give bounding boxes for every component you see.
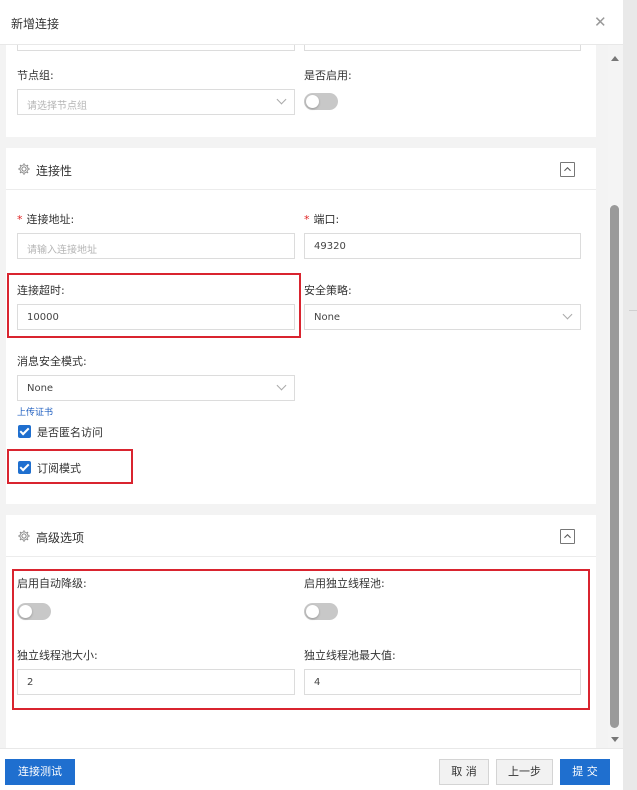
- pool-size-label: 独立线程池大小:: [17, 649, 98, 662]
- message-security-value: None: [27, 383, 54, 394]
- pool-max-value: 4: [314, 677, 321, 688]
- gear-icon: [18, 530, 30, 542]
- toggle-knob: [306, 605, 319, 618]
- address-label: * 连接地址:: [17, 211, 74, 227]
- enabled-label: 是否启用:: [304, 69, 352, 82]
- security-policy-select[interactable]: None: [304, 304, 581, 330]
- independent-pool-toggle[interactable]: [304, 603, 338, 620]
- dialog-title: 新增连接: [11, 17, 60, 31]
- auto-degrade-label: 启用自动降级:: [17, 577, 87, 590]
- pool-size-input[interactable]: 2: [17, 669, 295, 695]
- chevron-down-icon: [276, 380, 287, 391]
- auto-degrade-toggle[interactable]: [17, 603, 51, 620]
- connectivity-title: 连接性: [36, 164, 73, 178]
- port-input[interactable]: 49320: [304, 233, 581, 259]
- security-policy-value: None: [314, 312, 341, 323]
- node-group-select[interactable]: 请选择节点组: [17, 89, 295, 115]
- pool-size-value: 2: [27, 677, 34, 688]
- background-divider: [629, 310, 637, 311]
- prev-field-left[interactable]: [17, 45, 295, 51]
- required-marker: *: [304, 213, 310, 226]
- prev-field-right[interactable]: [304, 45, 581, 51]
- dialog-header: 新增连接 ✕: [0, 0, 623, 45]
- port-label: * 端口:: [304, 211, 339, 227]
- address-placeholder: 请输入连接地址: [27, 245, 97, 256]
- gear-icon: [18, 163, 30, 175]
- timeout-input[interactable]: 10000: [17, 304, 295, 330]
- port-label-text: 端口:: [313, 213, 340, 226]
- collapse-icon[interactable]: [560, 529, 575, 544]
- security-policy-label: 安全策略:: [304, 284, 352, 297]
- address-input[interactable]: 请输入连接地址: [17, 233, 295, 259]
- message-security-select[interactable]: None: [17, 375, 295, 401]
- port-value: 49320: [314, 241, 346, 252]
- prev-step-button[interactable]: 上一步: [496, 759, 553, 785]
- connectivity-header: 连接性: [6, 148, 596, 190]
- toggle-knob: [19, 605, 32, 618]
- subscription-label: 订阅模式: [37, 462, 81, 475]
- scrollbar-thumb[interactable]: [610, 205, 619, 728]
- timeout-value: 10000: [27, 312, 59, 323]
- anonymous-label: 是否匿名访问: [37, 426, 103, 439]
- connection-test-button[interactable]: 连接测试: [5, 759, 75, 785]
- subscription-checkbox[interactable]: [18, 461, 31, 474]
- close-icon[interactable]: ✕: [594, 13, 607, 31]
- advanced-card: 高级选项 启用自动降级: 启用独立线程池: 独立线程池大小: 2 独立线程池最大…: [6, 515, 596, 748]
- message-security-label: 消息安全模式:: [17, 355, 87, 368]
- advanced-title: 高级选项: [36, 531, 85, 545]
- chevron-down-icon: [276, 94, 287, 105]
- pool-max-label: 独立线程池最大值:: [304, 649, 396, 662]
- anonymous-checkbox[interactable]: [18, 425, 31, 438]
- enabled-toggle[interactable]: [304, 93, 338, 110]
- timeout-label: 连接超时:: [17, 284, 65, 297]
- collapse-icon[interactable]: [560, 162, 575, 177]
- upload-cert-link[interactable]: 上传证书: [17, 405, 53, 418]
- connectivity-card: 连接性 * 连接地址: 请输入连接地址 * 端口: 49320 连接超时: 1000…: [6, 148, 596, 504]
- advanced-header: 高级选项: [6, 515, 596, 557]
- chevron-down-icon: [562, 309, 573, 320]
- scroll-up-icon[interactable]: [611, 56, 619, 61]
- required-marker: *: [17, 213, 23, 226]
- basic-card: 节点组: 请选择节点组 是否启用:: [6, 45, 596, 137]
- scroll-down-icon[interactable]: [611, 737, 619, 742]
- new-connection-dialog: 新增连接 ✕ 节点组: 请选择节点组 是否启用: 连接性 * 连接地址: 请输入…: [0, 0, 623, 790]
- submit-button[interactable]: 提 交: [560, 759, 610, 785]
- independent-pool-label: 启用独立线程池:: [304, 577, 385, 590]
- pool-max-input[interactable]: 4: [304, 669, 581, 695]
- toggle-knob: [306, 95, 319, 108]
- form-scroll-area[interactable]: 节点组: 请选择节点组 是否启用: 连接性 * 连接地址: 请输入连接地址 * …: [0, 45, 608, 748]
- node-group-placeholder: 请选择节点组: [27, 101, 87, 112]
- address-label-text: 连接地址:: [26, 213, 75, 226]
- cancel-button[interactable]: 取 消: [439, 759, 489, 785]
- node-group-label: 节点组:: [17, 69, 54, 82]
- dialog-footer: 连接测试 取 消 上一步 提 交: [0, 748, 623, 790]
